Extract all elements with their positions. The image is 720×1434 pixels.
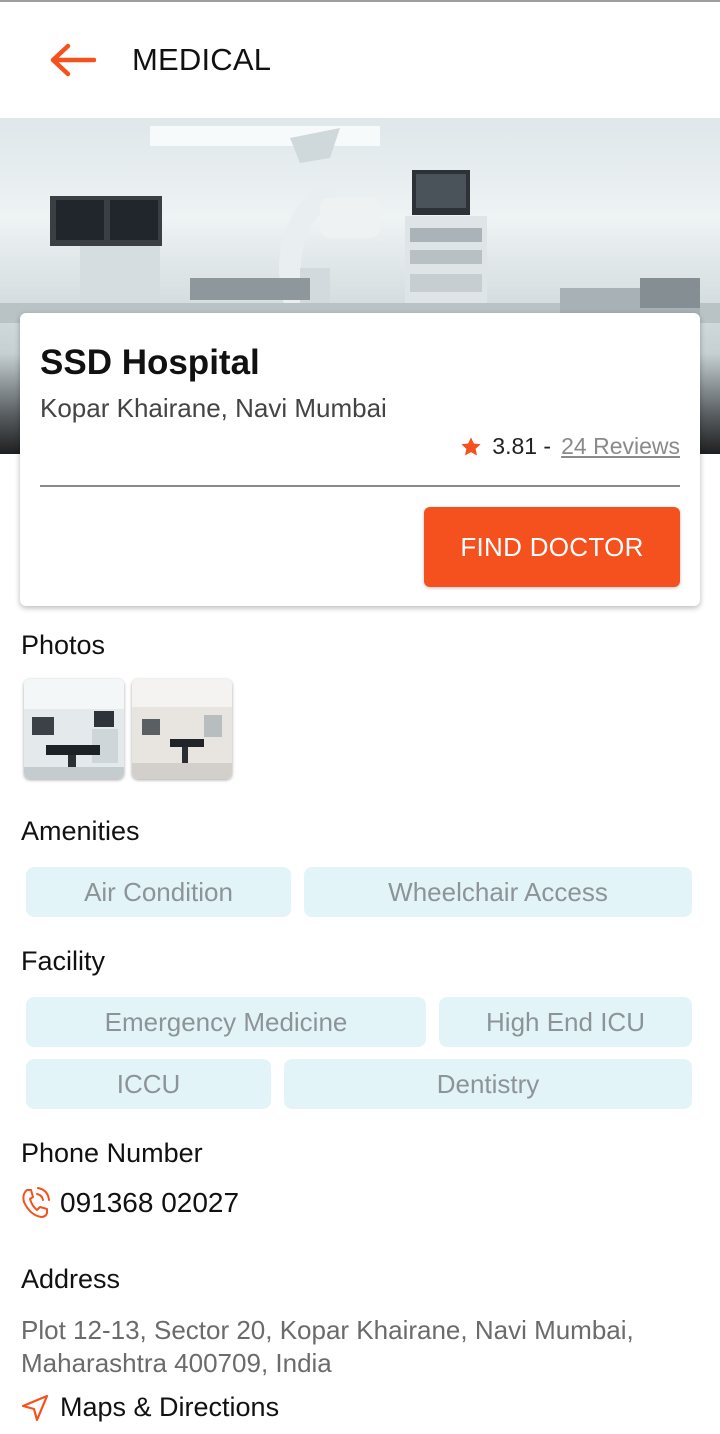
back-button[interactable] — [36, 32, 108, 88]
find-doctor-button[interactable]: FIND DOCTOR — [424, 507, 680, 587]
reviews-link[interactable]: 24 Reviews — [561, 433, 680, 460]
card-divider — [40, 485, 680, 487]
amenities-title: Amenities — [21, 816, 140, 846]
rating-row: 3.81 - 24 Reviews — [460, 433, 680, 460]
navigation-arrow-icon — [21, 1394, 49, 1421]
maps-directions-label: Maps & Directions — [60, 1392, 280, 1422]
facility-chip: High End ICU — [439, 997, 692, 1047]
star-icon — [461, 436, 481, 456]
photo-thumbnail[interactable] — [132, 679, 232, 779]
arrow-left-icon — [50, 43, 96, 77]
hospital-info-card: SSD Hospital Kopar Khairane, Navi Mumbai… — [20, 313, 700, 606]
phone-title: Phone Number — [21, 1138, 203, 1168]
page-title: MEDICAL — [132, 42, 272, 77]
amenity-chip: Air Condition — [26, 867, 291, 917]
app-bar: MEDICAL — [0, 2, 720, 118]
photo-thumbnail[interactable] — [24, 679, 124, 779]
phone-number: 091368 02027 — [60, 1187, 240, 1218]
facility-chip: Emergency Medicine — [26, 997, 426, 1047]
address-title: Address — [21, 1264, 121, 1294]
facility-title: Facility — [21, 946, 106, 976]
hospital-name: SSD Hospital — [40, 343, 260, 382]
maps-directions-link[interactable]: Maps & Directions — [20, 1392, 279, 1423]
facility-chip: Dentistry — [284, 1059, 692, 1109]
hospital-location: Kopar Khairane, Navi Mumbai — [40, 393, 387, 423]
phone-link[interactable]: 091368 02027 — [20, 1186, 239, 1220]
facility-chip: ICCU — [26, 1059, 271, 1109]
photos-title: Photos — [21, 630, 106, 660]
amenity-chip: Wheelchair Access — [304, 867, 692, 917]
address-text: Plot 12-13, Sector 20, Kopar Khairane, N… — [21, 1315, 634, 1378]
rating-value: 3.81 - — [492, 433, 552, 459]
phone-icon — [22, 1187, 50, 1218]
